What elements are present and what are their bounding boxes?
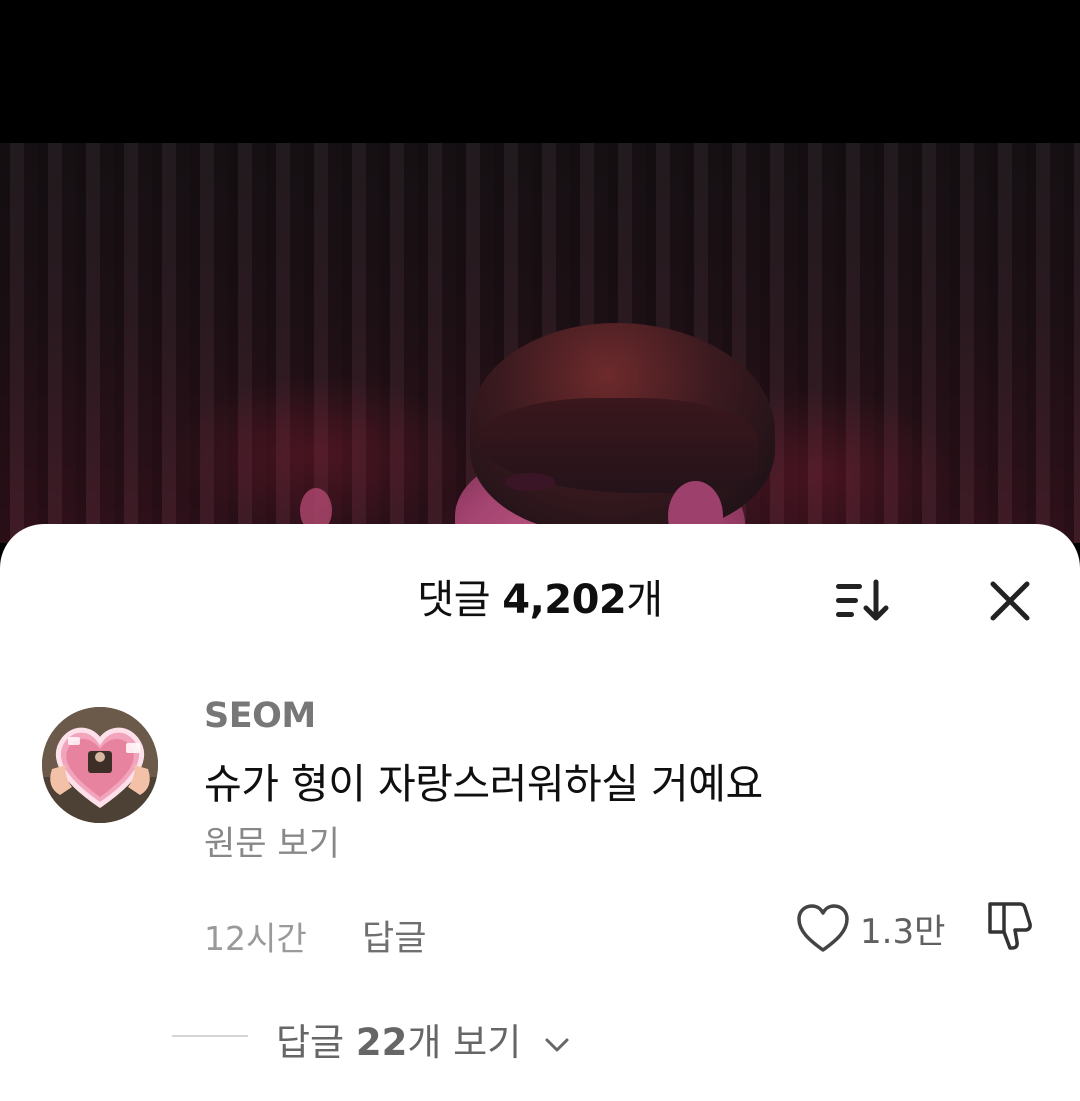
comments-title-prefix: 댓글	[417, 577, 491, 623]
view-replies-button[interactable]: 답글 22개 보기	[276, 1012, 571, 1066]
comments-count: 4,202	[502, 577, 627, 623]
heart-icon	[797, 904, 849, 952]
chevron-down-icon	[545, 1038, 569, 1051]
comment-author[interactable]: SEOM	[204, 696, 316, 736]
view-original-link[interactable]: 원문 보기	[204, 816, 340, 865]
comment-timestamp: 12시간	[204, 919, 307, 958]
avatar[interactable]	[42, 707, 158, 823]
sort-button[interactable]	[830, 578, 894, 624]
comments-title-suffix: 개	[626, 577, 663, 623]
video-eye	[505, 473, 555, 491]
comment-text: 슈가 형이 자랑스러워하실 거예요	[204, 760, 763, 808]
thumbs-down-icon	[988, 902, 1032, 950]
close-icon	[990, 581, 1030, 621]
status-bar-area	[0, 0, 1080, 143]
comments-sheet: 댓글 4,202개 SEOM 슈가 형이 자랑스러워하실 거예요 원문 보기 1…	[0, 524, 1080, 1101]
view-replies-suffix: 개 보기	[407, 1021, 522, 1064]
sort-icon	[836, 579, 889, 621]
like-button[interactable]	[795, 902, 851, 956]
heart-photo-icon	[42, 707, 158, 823]
like-count: 1.3만	[860, 912, 946, 952]
replies-count: 22	[355, 1021, 408, 1064]
dislike-button[interactable]	[982, 896, 1040, 954]
view-replies-prefix: 답글	[276, 1021, 345, 1064]
replies-divider	[172, 1035, 248, 1037]
comments-title: 댓글 4,202개	[0, 572, 1080, 628]
close-button[interactable]	[985, 576, 1035, 626]
reply-button[interactable]: 답글	[362, 910, 426, 961]
video-player[interactable]	[0, 143, 1080, 543]
